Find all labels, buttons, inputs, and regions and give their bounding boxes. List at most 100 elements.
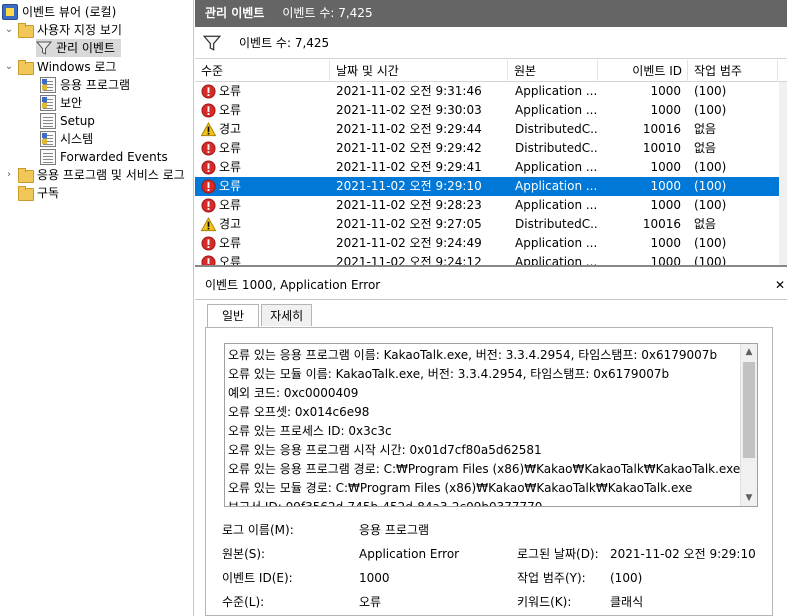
table-row[interactable]: 오류 2021-11-02 오전 9:28:23 Application ... 10…	[195, 196, 779, 215]
log-icon	[40, 149, 56, 165]
event-datetime: 2021-11-02 오전 9:29:44	[336, 122, 482, 136]
column-datetime[interactable]: 날짜 및 시간	[330, 60, 508, 82]
folder-icon	[17, 22, 34, 38]
navigation-tree: 이벤트 뷰어 (로컬) ⌄ 사용자 지정 보기 관리 이벤트 ⌄ Windows…	[0, 0, 194, 616]
event-level-text: 오류	[219, 84, 242, 98]
tab-details[interactable]: 자세히	[261, 304, 313, 326]
event-level: 오류	[201, 196, 326, 215]
tab-general[interactable]: 일반	[207, 304, 260, 328]
log-icon	[40, 131, 56, 147]
message-line: 오류 오프셋: 0x014c6e98	[228, 405, 370, 419]
tree-log-forwarded[interactable]: Forwarded Events	[40, 148, 168, 166]
event-id: 1000	[650, 160, 681, 174]
table-row[interactable]: 오류 2021-11-02 오전 9:30:03 Application ... 10…	[195, 101, 779, 120]
error-icon	[201, 255, 216, 265]
tree-log-setup[interactable]: Setup	[40, 112, 95, 130]
prop-keywords-value: 클래식	[610, 595, 644, 609]
folder-icon	[17, 167, 34, 183]
event-level: 경고	[201, 215, 326, 234]
table-row[interactable]: 오류 2021-11-02 오전 9:29:10 Application ... 10…	[195, 177, 779, 196]
main-pane: 관리 이벤트 이벤트 수: 7,425 이벤트 수: 7,425 수준 날짜 및 …	[195, 0, 787, 616]
tree-custom-views[interactable]: ⌄ 사용자 지정 보기	[4, 21, 122, 39]
table-row[interactable]: 오류 2021-11-02 오전 9:24:49 Application ... 10…	[195, 234, 779, 253]
event-datetime: 2021-11-02 오전 9:24:49	[336, 236, 482, 250]
close-icon[interactable]: ✕	[773, 270, 787, 300]
event-level-text: 오류	[219, 103, 242, 117]
tree-log-security[interactable]: 보안	[40, 94, 82, 112]
event-source: DistributedC...	[515, 217, 597, 231]
chevron-down-icon[interactable]: ⌄	[4, 21, 14, 39]
tree-apps-services[interactable]: › 응용 프로그램 및 서비스 로그	[4, 166, 193, 184]
error-icon	[201, 179, 216, 194]
message-line: 예외 코드: 0xc0000409	[228, 386, 359, 400]
table-row[interactable]: 오류 2021-11-02 오전 9:29:41 Application ... 10…	[195, 158, 779, 177]
error-icon	[201, 198, 216, 213]
table-row[interactable]: 경고 2021-11-02 오전 9:27:05 DistributedC... 10…	[195, 215, 779, 234]
event-datetime: 2021-11-02 오전 9:27:05	[336, 217, 482, 231]
event-list-scrollbar[interactable]	[779, 82, 787, 265]
event-source: Application ...	[515, 179, 597, 193]
log-icon	[40, 95, 56, 111]
event-id: 1000	[650, 236, 681, 250]
event-category: (100)	[694, 84, 727, 98]
tree-custom-views-label: 사용자 지정 보기	[37, 23, 122, 37]
tree-windows-logs[interactable]: ⌄ Windows 로그	[4, 58, 116, 76]
log-icon	[40, 113, 56, 129]
prop-source-value: Application Error	[359, 547, 460, 561]
event-category: (100)	[694, 236, 727, 250]
tree-subscriptions[interactable]: 구독	[17, 184, 59, 202]
event-level-text: 오류	[219, 198, 242, 212]
event-source: DistributedC...	[515, 122, 597, 136]
table-row[interactable]: 오류 2021-11-02 오전 9:24:12 Application ... 10…	[195, 253, 779, 267]
prop-level-value: 오류	[359, 595, 382, 609]
tree-admin-events[interactable]: 관리 이벤트	[35, 39, 122, 57]
error-icon	[201, 103, 216, 118]
table-row[interactable]: 경고 2021-11-02 오전 9:29:44 DistributedC... 10…	[195, 120, 779, 139]
chevron-right-icon[interactable]: ›	[4, 166, 14, 184]
event-message-box[interactable]: 오류 있는 응용 프로그램 이름: KakaoTalk.exe, 버전: 3.3…	[224, 343, 758, 507]
detail-tabs: 일반 자세히	[207, 304, 314, 328]
column-header: 수준 날짜 및 시간 원본 이벤트 ID 작업 범주	[195, 60, 787, 82]
event-level: 오류	[201, 139, 326, 158]
event-category: (100)	[694, 198, 727, 212]
scroll-down-icon[interactable]: ▼	[741, 490, 757, 506]
table-row[interactable]: 오류 2021-11-02 오전 9:29:42 DistributedC... 10…	[195, 139, 779, 158]
event-datetime: 2021-11-02 오전 9:24:12	[336, 255, 482, 267]
pane-header: 관리 이벤트 이벤트 수: 7,425	[195, 0, 787, 27]
column-task-category[interactable]: 작업 범주	[688, 60, 778, 82]
error-icon	[201, 160, 216, 175]
log-icon	[40, 77, 56, 93]
event-datetime: 2021-11-02 오전 9:29:42	[336, 141, 482, 155]
general-tab-body: 오류 있는 응용 프로그램 이름: KakaoTalk.exe, 버전: 3.3…	[205, 327, 773, 616]
event-level: 오류	[201, 234, 326, 253]
event-level-text: 오류	[219, 160, 242, 174]
tree-log-system[interactable]: 시스템	[40, 130, 93, 148]
event-source: Application ...	[515, 160, 597, 174]
message-line: 오류 있는 모듈 이름: KakaoTalk.exe, 버전: 3.3.4.29…	[228, 367, 670, 381]
column-level[interactable]: 수준	[195, 60, 330, 82]
event-category: (100)	[694, 103, 727, 117]
event-level: 오류	[201, 253, 326, 265]
filter-bar: 이벤트 수: 7,425	[195, 27, 787, 59]
tree-root[interactable]: 이벤트 뷰어 (로컬)	[2, 3, 116, 21]
table-row[interactable]: 오류 2021-11-02 오전 9:31:46 Application ... 10…	[195, 82, 779, 101]
tree-log-label: Setup	[60, 114, 95, 128]
event-source: Application ...	[515, 236, 597, 250]
detail-title-bar: 이벤트 1000, Application Error ✕	[195, 270, 787, 300]
chevron-down-icon[interactable]: ⌄	[4, 58, 14, 76]
column-event-id[interactable]: 이벤트 ID	[598, 60, 688, 82]
prop-log-name-label: 로그 이름(M):	[222, 523, 294, 537]
message-scrollbar[interactable]: ▲ ▼	[740, 344, 757, 506]
filter-icon[interactable]	[203, 34, 221, 52]
message-line: 오류 있는 프로세스 ID: 0x3c3c	[228, 424, 392, 438]
event-category: 없음	[694, 122, 717, 136]
message-line: 오류 있는 응용 프로그램 경로: C:₩Program Files (x86)…	[228, 462, 741, 476]
event-category: (100)	[694, 255, 727, 267]
column-source[interactable]: 원본	[508, 60, 598, 82]
prop-logged-value: 2021-11-02 오전 9:29:10	[610, 547, 756, 561]
scroll-thumb[interactable]	[743, 362, 755, 458]
filter-icon	[35, 40, 53, 56]
scroll-up-icon[interactable]: ▲	[741, 344, 757, 360]
tree-log-application[interactable]: 응용 프로그램	[40, 76, 130, 94]
tree-log-label: Forwarded Events	[60, 150, 168, 164]
